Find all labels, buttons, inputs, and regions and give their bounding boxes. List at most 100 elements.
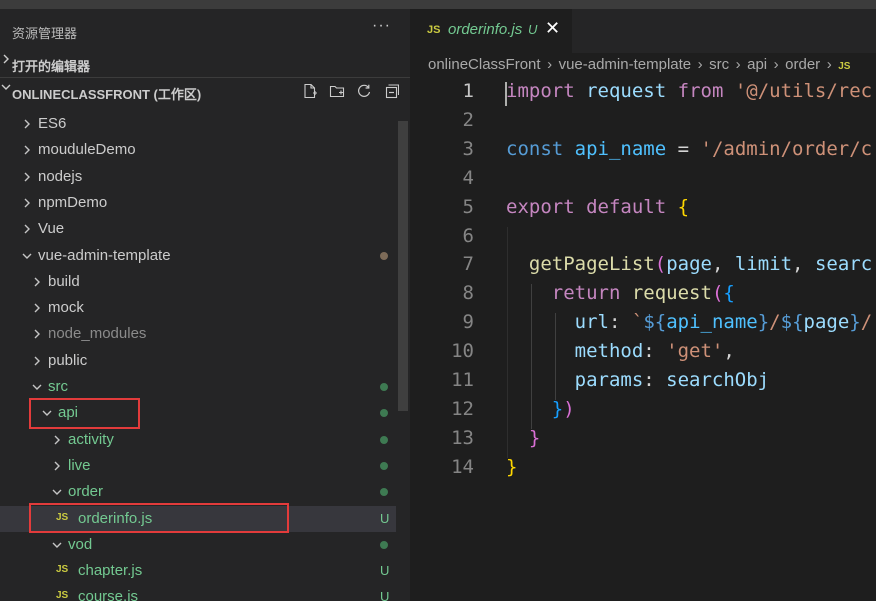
line-number: 12 [451, 397, 474, 420]
folder-item[interactable]: ES6 [0, 111, 396, 137]
git-status-dot [380, 461, 388, 470]
code-text: } [528, 426, 541, 449]
git-untracked-badge: U [380, 510, 390, 526]
code-line: 5 export default { [410, 196, 876, 225]
editor-area: JS orderinfo.js U ✕ onlineClassFront › vue… [410, 9, 876, 601]
tree-item-label: build [48, 272, 80, 290]
explorer-title: 资源管理器 [12, 26, 78, 41]
tree-item-label: Vue [38, 220, 65, 238]
indent-guide [507, 226, 508, 458]
git-status-dot [380, 251, 388, 260]
code-line: 9 url: `${api_name}/${page}/ [410, 311, 876, 340]
chevron-right-icon [24, 224, 30, 234]
folder-item[interactable]: mock [0, 295, 396, 321]
section-divider [0, 77, 410, 78]
folder-item[interactable]: vue-admin-template [0, 243, 396, 269]
code-text: } [506, 455, 518, 478]
breadcrumb-item[interactable]: onlineClassFront [428, 56, 541, 73]
code-text: params: searchObj [574, 369, 770, 391]
folder-item[interactable]: live [0, 453, 396, 479]
git-status-dot [380, 409, 388, 418]
js-file-icon[interactable]: JS [838, 61, 850, 72]
code-text: url: `${api_name}/${page}/ [574, 311, 873, 334]
chevron-down-icon [22, 253, 32, 259]
tree-item-label: vod [68, 535, 93, 553]
tree-item-label: npmDemo [38, 193, 108, 211]
folder-item[interactable]: node_modules [0, 321, 396, 347]
more-actions-icon[interactable]: ··· [372, 17, 391, 35]
tab-orderinfo[interactable]: JS orderinfo.js U ✕ [410, 9, 572, 53]
tree-item-label: ES6 [38, 115, 67, 132]
tab-title: orderinfo.js [448, 21, 523, 38]
tree-item-label: chapter.js [78, 562, 143, 580]
breadcrumb-separator: › [773, 56, 779, 73]
file-item[interactable]: JS chapter.js U [0, 558, 396, 584]
code-line: 7 getPageList(page, limit, searc [410, 253, 876, 282]
sidebar-scrollbar[interactable] [398, 121, 408, 411]
highlight-box-orderinfo [29, 502, 289, 533]
tree-item-label: live [68, 456, 91, 474]
open-editors-section[interactable]: 打开的编辑器 [0, 53, 410, 75]
code-line: 3 const api_name = '/admin/order/c [410, 138, 876, 167]
folder-item[interactable]: npmDemo [0, 190, 396, 216]
chevron-right-icon [54, 435, 60, 445]
new-folder-icon[interactable] [328, 82, 346, 100]
line-number: 8 [462, 282, 474, 305]
collapse-all-icon[interactable] [382, 82, 400, 100]
code-line: 8 return request({ [410, 282, 876, 311]
code-line: 6 [410, 225, 876, 254]
git-untracked-badge: U [380, 589, 390, 601]
line-number: 14 [451, 455, 474, 478]
line-number: 11 [451, 369, 474, 391]
breadcrumb-separator: › [826, 56, 832, 73]
explorer-actions [301, 82, 400, 100]
code-text: export default { [506, 195, 690, 218]
close-icon[interactable]: ✕ [545, 18, 560, 39]
js-file-icon: JS [427, 24, 441, 36]
folder-item[interactable]: public [0, 348, 396, 374]
line-number: 1 [462, 80, 474, 102]
code-text: return request({ [551, 282, 735, 305]
breadcrumb-item[interactable]: order [785, 56, 820, 73]
chevron-right-icon [34, 356, 40, 366]
folder-item[interactable]: order [0, 479, 396, 505]
title-bar-strip [0, 0, 876, 9]
breadcrumb-item[interactable]: src [709, 56, 729, 73]
breadcrumb-item[interactable]: vue-admin-template [559, 56, 692, 73]
line-number: 4 [462, 166, 474, 189]
folder-item[interactable]: vod [0, 532, 396, 558]
tree-item-label: mouduleDemo [38, 141, 136, 159]
breadcrumb-separator: › [735, 56, 741, 73]
line-number: 6 [462, 224, 474, 247]
code-line: 2 [410, 109, 876, 138]
refresh-icon[interactable] [355, 82, 373, 100]
indent-guide [555, 313, 556, 400]
chevron-right-icon [24, 198, 30, 208]
highlight-box-api [29, 398, 140, 430]
tree-item-label: course.js [78, 588, 139, 601]
breadcrumb: onlineClassFront › vue-admin-template › src ›… [428, 56, 850, 76]
tab-git-status: U [528, 22, 538, 37]
tree-item-label: public [48, 351, 88, 369]
folder-item[interactable]: build [0, 269, 396, 295]
breadcrumb-item[interactable]: api [747, 56, 767, 73]
breadcrumb-separator: › [697, 56, 703, 73]
code-line: 14} [410, 456, 876, 485]
tree-item-label: src [48, 378, 68, 395]
folder-item[interactable]: mouduleDemo [0, 137, 396, 163]
new-file-icon[interactable] [301, 82, 319, 100]
code-line: 10 method: 'get', [410, 340, 876, 369]
chevron-down-icon [32, 384, 42, 390]
chevron-down-icon [52, 542, 62, 548]
folder-item[interactable]: activity [0, 427, 396, 453]
folder-item[interactable]: nodejs [0, 164, 396, 190]
file-item[interactable]: JS course.js U [0, 584, 396, 601]
folder-item[interactable]: Vue [0, 216, 396, 242]
git-status-dot [380, 383, 388, 391]
tree-item-label: node_modules [48, 325, 147, 343]
chevron-right-icon [24, 172, 30, 182]
folder-item[interactable]: src [0, 374, 396, 400]
js-file-icon: JS [56, 564, 69, 576]
line-number: 2 [462, 108, 474, 131]
workspace-label: ONLINECLASSFRONT (工作区) [12, 87, 202, 102]
